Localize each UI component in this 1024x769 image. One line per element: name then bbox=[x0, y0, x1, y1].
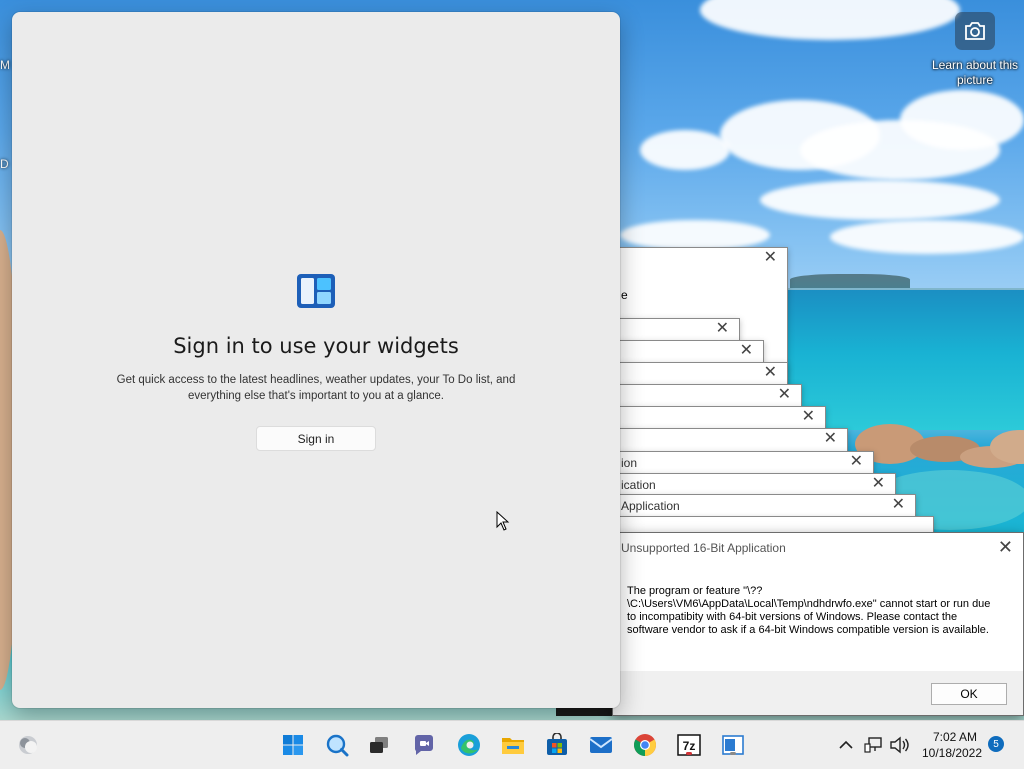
start-icon bbox=[283, 735, 303, 755]
mouse-pointer-icon bbox=[496, 511, 510, 531]
chat-icon bbox=[415, 735, 433, 755]
running-indicator bbox=[730, 752, 736, 755]
notification-badge[interactable]: 5 bbox=[988, 736, 1004, 752]
island bbox=[790, 274, 910, 288]
file-explorer-button[interactable] bbox=[499, 731, 527, 759]
widgets-signin-description: Get quick access to the latest headlines… bbox=[116, 374, 516, 402]
error-dialog-stacked[interactable]: ✕ bbox=[614, 428, 848, 452]
file-explorer-icon bbox=[502, 738, 524, 754]
error-dialog: Unsupported 16-Bit Application ✕ The pro… bbox=[612, 532, 1024, 716]
widgets-signin-title: Sign in to use your widgets bbox=[173, 334, 459, 358]
learn-picture-label[interactable]: Learn about this picture bbox=[930, 58, 1020, 88]
chevron-up-icon bbox=[839, 740, 853, 749]
widgets-panel: Sign in to use your widgets Get quick ac… bbox=[12, 12, 620, 708]
error-dialog-stacked[interactable]: ✕ bbox=[614, 362, 788, 386]
chat-button[interactable] bbox=[410, 731, 438, 759]
volume-icon bbox=[890, 736, 909, 754]
error-dialog-stacked[interactable]: Application ✕ bbox=[614, 494, 916, 518]
7zip-button[interactable]: 7z bbox=[675, 731, 703, 759]
desktop-icon-label[interactable]: M bbox=[0, 58, 10, 72]
mail-button[interactable] bbox=[587, 731, 615, 759]
task-view-icon bbox=[370, 737, 388, 753]
close-icon[interactable]: ✕ bbox=[740, 342, 753, 360]
network-button[interactable] bbox=[862, 731, 886, 759]
error-dialog-title: Unsupported 16-Bit Application bbox=[621, 541, 786, 555]
clock-date[interactable]: 10/18/2022 bbox=[914, 746, 990, 760]
edge-button[interactable] bbox=[455, 731, 483, 759]
learn-picture-button[interactable] bbox=[955, 12, 995, 50]
dialog-title: Application bbox=[621, 499, 680, 513]
close-icon[interactable]: ✕ bbox=[764, 249, 777, 267]
error-dialog-stacked[interactable]: ✕ bbox=[614, 340, 764, 364]
widgets-button[interactable] bbox=[14, 731, 42, 759]
close-icon[interactable]: ✕ bbox=[764, 364, 777, 382]
clock-time[interactable]: 7:02 AM bbox=[920, 730, 990, 744]
widgets-icon bbox=[297, 274, 335, 308]
weather-icon bbox=[19, 736, 37, 754]
svg-text:7z: 7z bbox=[683, 739, 696, 753]
desktop-icon-label[interactable]: D bbox=[0, 157, 9, 171]
app-window-button[interactable] bbox=[719, 731, 747, 759]
search-button[interactable] bbox=[323, 731, 351, 759]
mail-icon bbox=[589, 737, 613, 753]
dialog-title: ion bbox=[621, 456, 638, 470]
sign-in-button[interactable]: Sign in bbox=[256, 426, 376, 451]
close-icon[interactable]: ✕ bbox=[998, 537, 1013, 558]
taskbar: 7z 7:02 AM 10/18/2022 5 bbox=[0, 720, 1024, 769]
camera-icon bbox=[965, 22, 985, 40]
search-icon bbox=[326, 734, 349, 757]
chrome-icon bbox=[634, 734, 656, 756]
task-view-button[interactable] bbox=[365, 731, 393, 759]
error-dialog-stacked[interactable]: ✕ bbox=[614, 384, 802, 408]
chrome-button[interactable] bbox=[631, 731, 659, 759]
start-button[interactable] bbox=[279, 731, 307, 759]
ok-button[interactable]: OK bbox=[931, 683, 1007, 705]
store-button[interactable] bbox=[543, 731, 571, 759]
running-indicator bbox=[686, 752, 692, 755]
edge-icon bbox=[458, 734, 480, 756]
network-icon bbox=[864, 737, 882, 753]
show-hidden-icons-button[interactable] bbox=[834, 731, 858, 759]
close-icon[interactable]: ✕ bbox=[802, 408, 815, 426]
close-icon[interactable]: ✕ bbox=[872, 475, 885, 493]
dialog-title: ication bbox=[621, 478, 656, 492]
volume-button[interactable] bbox=[887, 731, 911, 759]
close-icon[interactable]: ✕ bbox=[716, 320, 729, 338]
error-dialog-stacked[interactable]: ✕ bbox=[614, 318, 740, 342]
store-icon bbox=[547, 733, 567, 755]
close-icon[interactable]: ✕ bbox=[824, 430, 837, 448]
error-dialog-stacked[interactable]: ion ✕ bbox=[614, 451, 874, 475]
dialog-text-fragment: e bbox=[621, 288, 628, 302]
close-icon[interactable]: ✕ bbox=[850, 453, 863, 471]
error-dialog-footer: OK bbox=[613, 671, 1023, 715]
close-icon[interactable]: ✕ bbox=[892, 496, 905, 514]
error-dialog-stacked[interactable]: ✕ bbox=[614, 406, 826, 430]
error-dialog-message: The program or feature "\??\C:\Users\VM6… bbox=[627, 585, 991, 636]
close-icon[interactable]: ✕ bbox=[778, 386, 791, 404]
